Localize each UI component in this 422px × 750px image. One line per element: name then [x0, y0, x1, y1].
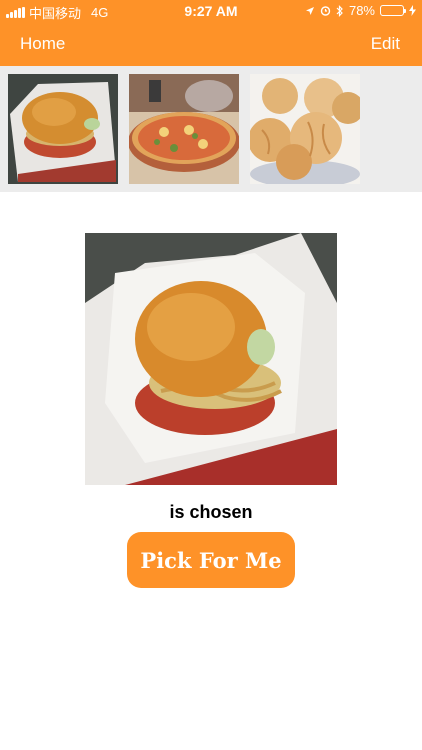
charging-icon	[409, 5, 416, 16]
thumbnail-pizza[interactable]	[129, 74, 239, 184]
home-button[interactable]: Home	[20, 34, 65, 54]
location-icon	[305, 6, 314, 15]
bluetooth-icon	[336, 4, 343, 17]
alarm-icon	[320, 6, 331, 16]
top-bar: 中国移动 4G 9:27 AM 78% Home Edit	[0, 0, 422, 66]
navigation-bar: Home Edit	[0, 22, 422, 66]
chosen-caption: is chosen	[169, 502, 253, 522]
pick-for-me-button[interactable]: Pick For Me	[127, 532, 295, 588]
status-bar: 中国移动 4G 9:27 AM 78%	[0, 0, 422, 22]
battery-icon	[380, 5, 406, 16]
thumbnail-bread-rolls[interactable]	[250, 74, 360, 184]
edit-button[interactable]: Edit	[371, 34, 400, 54]
thumbnail-strip[interactable]	[0, 66, 422, 192]
thumbnail-burger[interactable]	[8, 74, 118, 184]
battery-percent: 78%	[348, 3, 375, 18]
chosen-food-image	[85, 233, 337, 485]
